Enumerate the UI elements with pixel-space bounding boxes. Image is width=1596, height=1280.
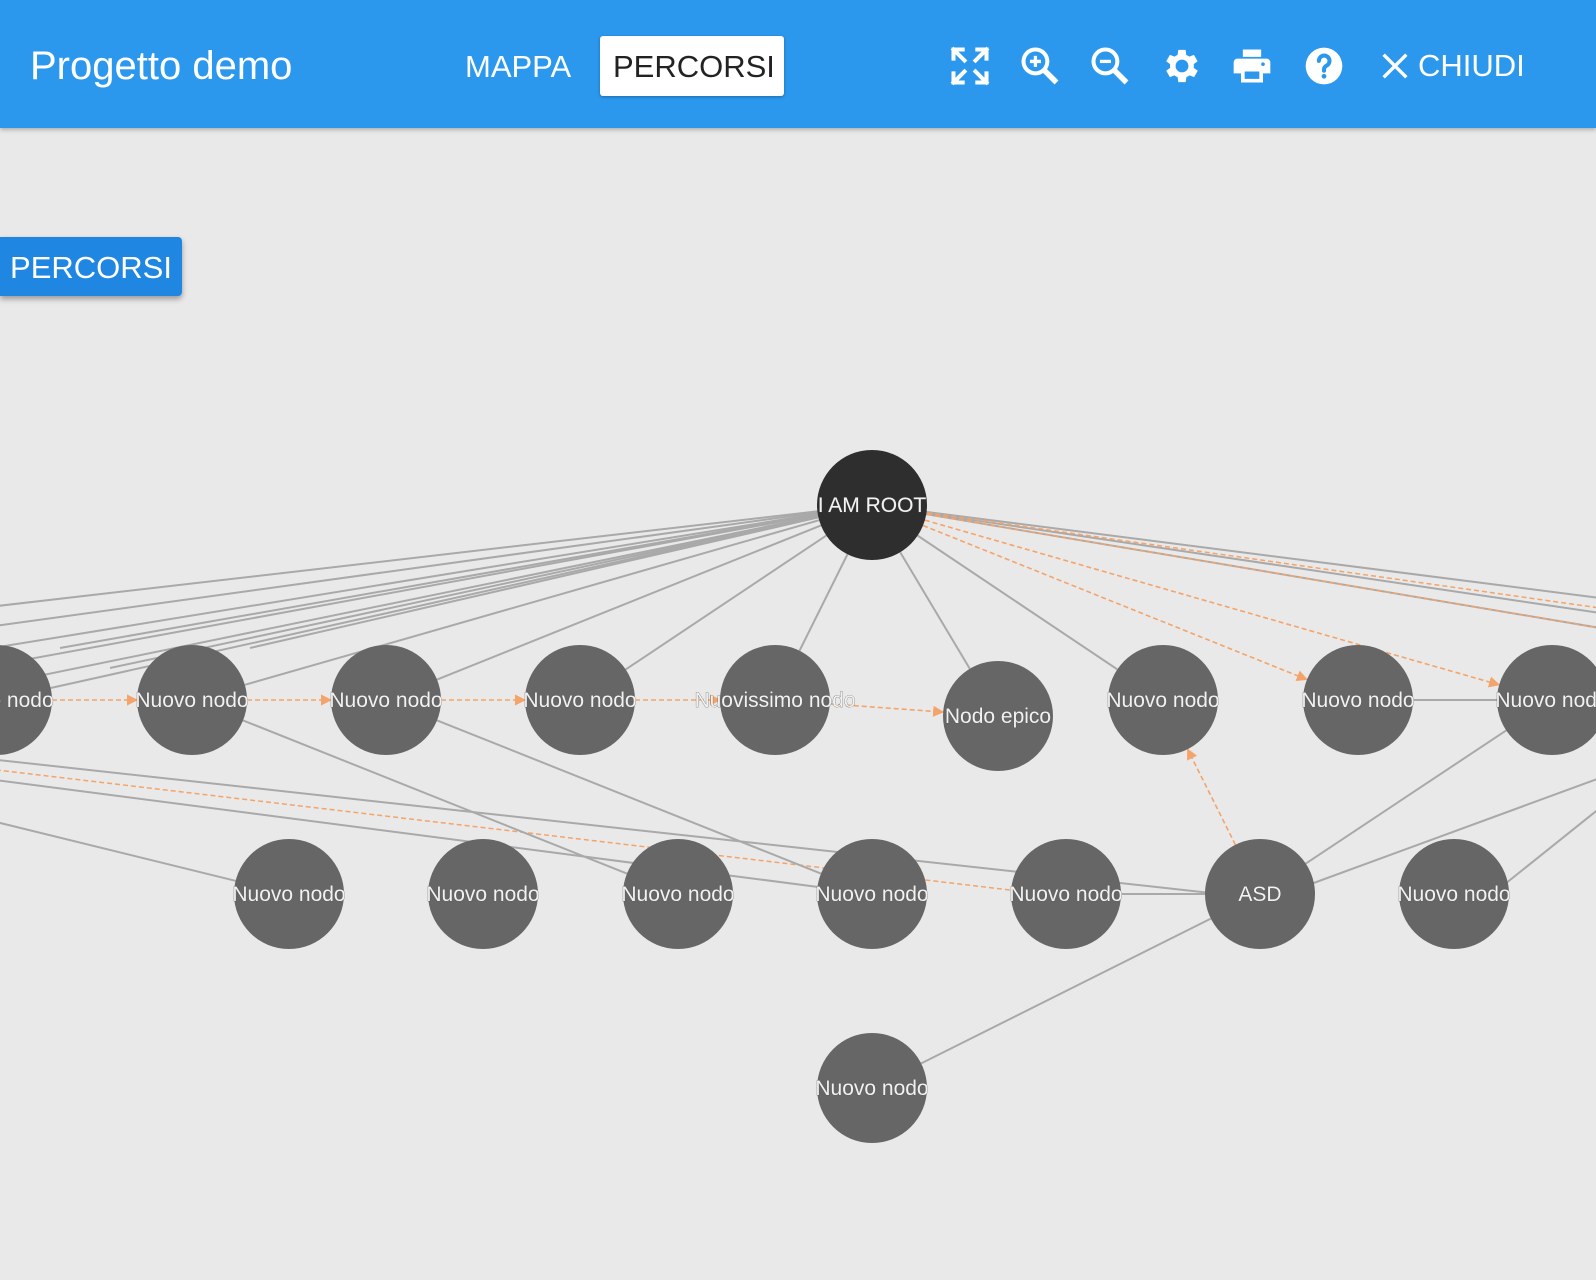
print-icon (1233, 49, 1271, 83)
graph-node[interactable]: Nuovo nodo (1495, 645, 1596, 755)
help-button[interactable] (1298, 40, 1350, 92)
path-edge (1186, 748, 1237, 846)
node-label: Nuovo nodo (523, 689, 636, 712)
gear-icon (1166, 49, 1198, 83)
node-label: Nuovo nodo (329, 689, 442, 712)
node-label: Nuovo nodo (0, 689, 54, 712)
graph-node[interactable]: Nuovo nodo (1397, 839, 1511, 949)
edge (899, 551, 971, 670)
help-icon (1305, 47, 1343, 85)
node-label: Nuovo nodo (232, 883, 345, 906)
tab-mappa[interactable]: MAPPA (452, 36, 584, 96)
fullscreen-button[interactable] (944, 40, 996, 92)
edge (798, 553, 849, 652)
node-label: Nuovo nodo (815, 1077, 928, 1100)
zoom-out-button[interactable] (1084, 40, 1136, 92)
close-icon (1382, 53, 1408, 79)
close-button[interactable]: CHIUDI (1378, 40, 1525, 92)
graph-node[interactable]: Nuovissimo nodo (694, 645, 856, 755)
print-button[interactable] (1226, 40, 1278, 92)
zoom-in-button[interactable] (1014, 40, 1066, 92)
graph-node[interactable]: Nuovo nodo (135, 645, 249, 755)
graph-node[interactable]: Nuovo nodo (426, 839, 540, 949)
close-label: CHIUDI (1418, 48, 1525, 83)
graph-node[interactable]: Nuovo nodo (329, 645, 443, 755)
graph-node[interactable]: Nuovo nodo (1009, 839, 1123, 949)
graph-node[interactable]: Nuovo nodo (621, 839, 735, 949)
edge-offscreen (0, 504, 873, 627)
edge-offscreen (0, 504, 873, 648)
path-edge (922, 524, 1308, 681)
edge-offscreen (871, 504, 1596, 599)
edge-offscreen (0, 504, 873, 666)
node-label: Nuovo nodo (1397, 883, 1510, 906)
graph-node[interactable]: Nuovo nodo (815, 839, 929, 949)
root-node[interactable]: I AM ROOT (817, 450, 927, 560)
fullscreen-icon (950, 46, 990, 86)
graph-canvas[interactable]: I AM ROOT Nuovo nodo Nuovo nodo Nuovo nodo N… (0, 128, 1596, 1280)
graph-node[interactable]: Nuovo nodo (1106, 645, 1220, 755)
node-label: Nuovo nodo (1106, 689, 1219, 712)
graph-node[interactable]: Nuovo nodo (523, 645, 637, 755)
graph-node[interactable]: Nuovo nodo (232, 839, 346, 949)
edge-offscreen (59, 504, 873, 649)
edge-offscreen (1499, 809, 1596, 889)
zoom-out-icon (1091, 47, 1129, 85)
node-label: Nuovo nodo (815, 883, 928, 906)
node-label: Nuovo nodo (426, 883, 539, 906)
node-label: Nuovo nodo (621, 883, 734, 906)
graph-node[interactable]: Nuovo nodo (1301, 645, 1415, 755)
graph-node[interactable]: ASD (1205, 839, 1315, 949)
node-label: Nuovo nodo (1301, 689, 1414, 712)
node-label: Nuovo nodo (1009, 883, 1122, 906)
graph-node[interactable]: Nodo epico (943, 661, 1053, 771)
edge-offscreen (871, 504, 1596, 614)
node-label: Nuovissimo nodo (694, 689, 855, 712)
node-label: I AM ROOT (818, 494, 927, 517)
edge (1305, 729, 1507, 865)
tab-percorsi[interactable]: PERCORSI (600, 36, 784, 96)
graph-node[interactable]: Nuovo nodo (0, 645, 54, 755)
project-title: Progetto demo (30, 44, 293, 88)
zoom-in-icon (1021, 47, 1059, 85)
node-label: ASD (1238, 883, 1281, 906)
path-edge (924, 519, 1501, 688)
top-bar: Progetto demo MAPPA PERCORSI CHIUDI (0, 0, 1596, 128)
edge (917, 534, 1118, 671)
node-label: Nodo epico (945, 705, 1051, 728)
node-label: Nuovo nodo (1495, 689, 1596, 712)
graph-node[interactable]: Nuovo nodo (815, 1033, 929, 1143)
node-label: Nuovo nodo (135, 689, 248, 712)
settings-button[interactable] (1156, 40, 1208, 92)
